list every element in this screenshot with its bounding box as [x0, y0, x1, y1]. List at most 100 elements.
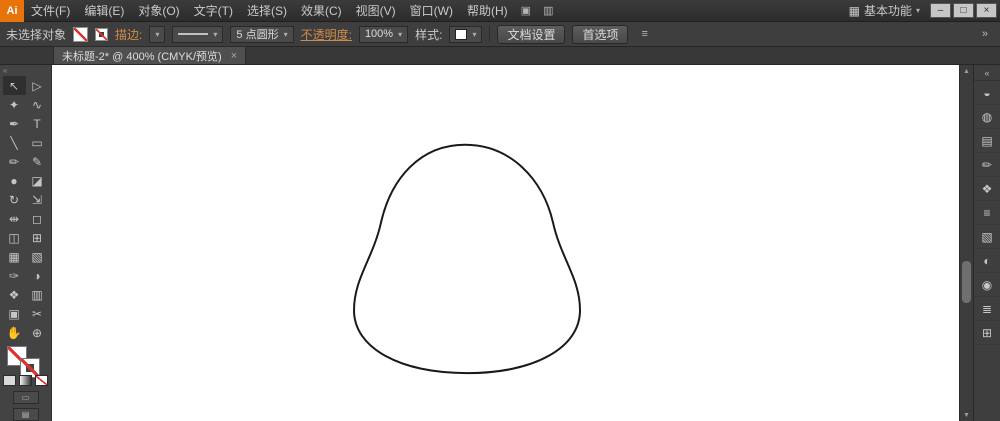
style-select[interactable]: ▾: [449, 26, 482, 43]
appearance-panel-icon[interactable]: ◉: [974, 273, 1000, 297]
control-bar: 未选择对象 描边: ▾ ▾ 5 点圆形 ▾ 不透明度: 100% ▾ 样式: ▾…: [0, 22, 1000, 47]
minimize-button[interactable]: –: [930, 3, 951, 18]
zoom-tool[interactable]: ⊕: [26, 323, 49, 342]
draw-mode-button[interactable]: ▭: [13, 391, 39, 404]
selection-status: 未选择对象: [6, 26, 66, 43]
separator: [489, 26, 490, 42]
line-segment-tool[interactable]: ╲: [3, 133, 26, 152]
column-graph-tool[interactable]: ▥: [26, 285, 49, 304]
menu-help[interactable]: 帮助(H): [460, 0, 515, 22]
symbols-panel-icon[interactable]: ❖: [974, 177, 1000, 201]
blend-tool[interactable]: ◑: [26, 266, 49, 285]
restore-button[interactable]: □: [953, 3, 974, 18]
window-controls: – □ ×: [930, 3, 1000, 18]
pencil-tool[interactable]: ✎: [26, 152, 49, 171]
app-logo: Ai: [0, 0, 24, 22]
menu-edit[interactable]: 编辑(E): [77, 0, 131, 22]
menu-type[interactable]: 文字(T): [187, 0, 240, 22]
tools-grid: ↖ ▷ ✦ ∿ ✒ T ╲ ▭ ✏ ✎ ● ◪ ↻ ⇲ ⇹ ◻ ◫ ⊞ ▦ ▧: [3, 76, 49, 342]
opacity-link[interactable]: 不透明度:: [301, 26, 352, 43]
stroke-panel-icon[interactable]: ≡: [974, 201, 1000, 225]
scrollbar-thumb[interactable]: [962, 261, 971, 303]
menu-file[interactable]: 文件(F): [24, 0, 77, 22]
width-tool[interactable]: ⇹: [3, 209, 26, 228]
opacity-select[interactable]: 100% ▾: [359, 26, 408, 43]
shape-builder-tool[interactable]: ◫: [3, 228, 26, 247]
gradient-tool[interactable]: ▧: [26, 247, 49, 266]
document-canvas[interactable]: [52, 65, 959, 421]
document-setup-button[interactable]: 文档设置: [497, 25, 565, 44]
color-guide-panel-icon[interactable]: ◍: [974, 105, 1000, 129]
lasso-tool[interactable]: ∿: [26, 95, 49, 114]
brush-definition-select[interactable]: 5 点圆形 ▾: [230, 26, 293, 43]
rotate-tool[interactable]: ↻: [3, 190, 26, 209]
color-panel-icon[interactable]: ◒: [974, 81, 1000, 105]
swatches-panel-icon[interactable]: ▤: [974, 129, 1000, 153]
tools-panel-collapse-icon[interactable]: «: [0, 65, 51, 76]
magic-wand-tool[interactable]: ✦: [3, 95, 26, 114]
control-panel-menu-icon[interactable]: ≡: [635, 28, 653, 40]
symbol-sprayer-tool[interactable]: ❖: [3, 285, 26, 304]
gradient-panel-icon[interactable]: ▧: [974, 225, 1000, 249]
menu-window[interactable]: 窗口(W): [403, 0, 460, 22]
layers-panel-icon[interactable]: ≣: [974, 297, 1000, 321]
arrange-documents-icon[interactable]: ▥: [537, 4, 559, 17]
scroll-down-icon[interactable]: ▼: [960, 409, 973, 421]
bridge-icon[interactable]: ▣: [515, 4, 537, 17]
artboard-tool[interactable]: ▣: [3, 304, 26, 323]
chevron-down-icon: ▾: [398, 30, 402, 39]
direct-selection-tool[interactable]: ▷: [26, 76, 49, 95]
workspace-switcher[interactable]: ▦ 基本功能 ▾: [839, 2, 930, 19]
chevron-down-icon: ▾: [213, 30, 217, 39]
tools-panel: « ↖ ▷ ✦ ∿ ✒ T ╲ ▭ ✏ ✎ ● ◪ ↻ ⇲ ⇹ ◻ ◫ ⊞ ▦: [0, 65, 52, 421]
menu-effect[interactable]: 效果(C): [294, 0, 349, 22]
illustrator-window: Ai 文件(F) 编辑(E) 对象(O) 文字(T) 选择(S) 效果(C) 视…: [0, 0, 1000, 421]
mesh-tool[interactable]: ▦: [3, 247, 26, 266]
rectangle-tool[interactable]: ▭: [26, 133, 49, 152]
eyedropper-tool[interactable]: ✑: [3, 266, 26, 285]
type-tool[interactable]: T: [26, 114, 49, 133]
perspective-grid-tool[interactable]: ⊞: [26, 228, 49, 247]
stroke-link[interactable]: 描边:: [115, 26, 142, 43]
menu-select[interactable]: 选择(S): [240, 0, 294, 22]
none-button[interactable]: [35, 375, 48, 386]
workspace-label: 基本功能: [864, 2, 912, 19]
menu-object[interactable]: 对象(O): [131, 0, 186, 22]
expand-panels-icon[interactable]: «: [974, 65, 1000, 81]
scale-tool[interactable]: ⇲: [26, 190, 49, 209]
color-button[interactable]: [3, 375, 16, 386]
paintbrush-tool[interactable]: ✏: [3, 152, 26, 171]
stroke-weight-select[interactable]: ▾: [149, 26, 165, 43]
document-tab[interactable]: 未标题-2* @ 400% (CMYK/预览) ×: [53, 46, 246, 64]
brushes-panel-icon[interactable]: ✏: [974, 153, 1000, 177]
screen-mode-button[interactable]: ▤: [13, 408, 39, 421]
preferences-button[interactable]: 首选项: [572, 25, 628, 44]
document-tab-title: 未标题-2* @ 400% (CMYK/预览): [62, 48, 222, 64]
menu-view[interactable]: 视图(V): [349, 0, 403, 22]
toolbar-bottom: ▭ ▤: [13, 391, 39, 421]
style-swatch: [455, 29, 467, 40]
close-button[interactable]: ×: [976, 3, 997, 18]
opacity-value: 100%: [365, 28, 393, 40]
selection-tool[interactable]: ↖: [3, 76, 26, 95]
fill-stroke-indicator: [6, 345, 46, 373]
blob-brush-tool[interactable]: ●: [3, 171, 26, 190]
panel-dock: « ◒ ◍ ▤ ✏ ❖ ≡ ▧ ◐ ◉ ≣ ⊞: [973, 65, 1000, 421]
fill-swatch[interactable]: [73, 27, 88, 42]
eraser-tool[interactable]: ◪: [26, 171, 49, 190]
control-bar-flyout-icon[interactable]: »: [976, 28, 994, 40]
pen-tool[interactable]: ✒: [3, 114, 26, 133]
gradient-button[interactable]: [19, 375, 32, 386]
content-area: « ↖ ▷ ✦ ∿ ✒ T ╲ ▭ ✏ ✎ ● ◪ ↻ ⇲ ⇹ ◻ ◫ ⊞ ▦: [0, 65, 1000, 421]
vertical-scrollbar[interactable]: ▲ ▼: [959, 65, 973, 421]
free-transform-tool[interactable]: ◻: [26, 209, 49, 228]
stroke-swatch[interactable]: [95, 28, 108, 41]
close-tab-icon[interactable]: ×: [231, 50, 237, 62]
scroll-up-icon[interactable]: ▲: [960, 65, 973, 77]
width-profile-select[interactable]: ▾: [172, 26, 223, 43]
hand-tool[interactable]: ✋: [3, 323, 26, 342]
artboards-panel-icon[interactable]: ⊞: [974, 321, 1000, 345]
slice-tool[interactable]: ✂: [26, 304, 49, 323]
drawn-shape[interactable]: [354, 145, 580, 373]
transparency-panel-icon[interactable]: ◐: [974, 249, 1000, 273]
